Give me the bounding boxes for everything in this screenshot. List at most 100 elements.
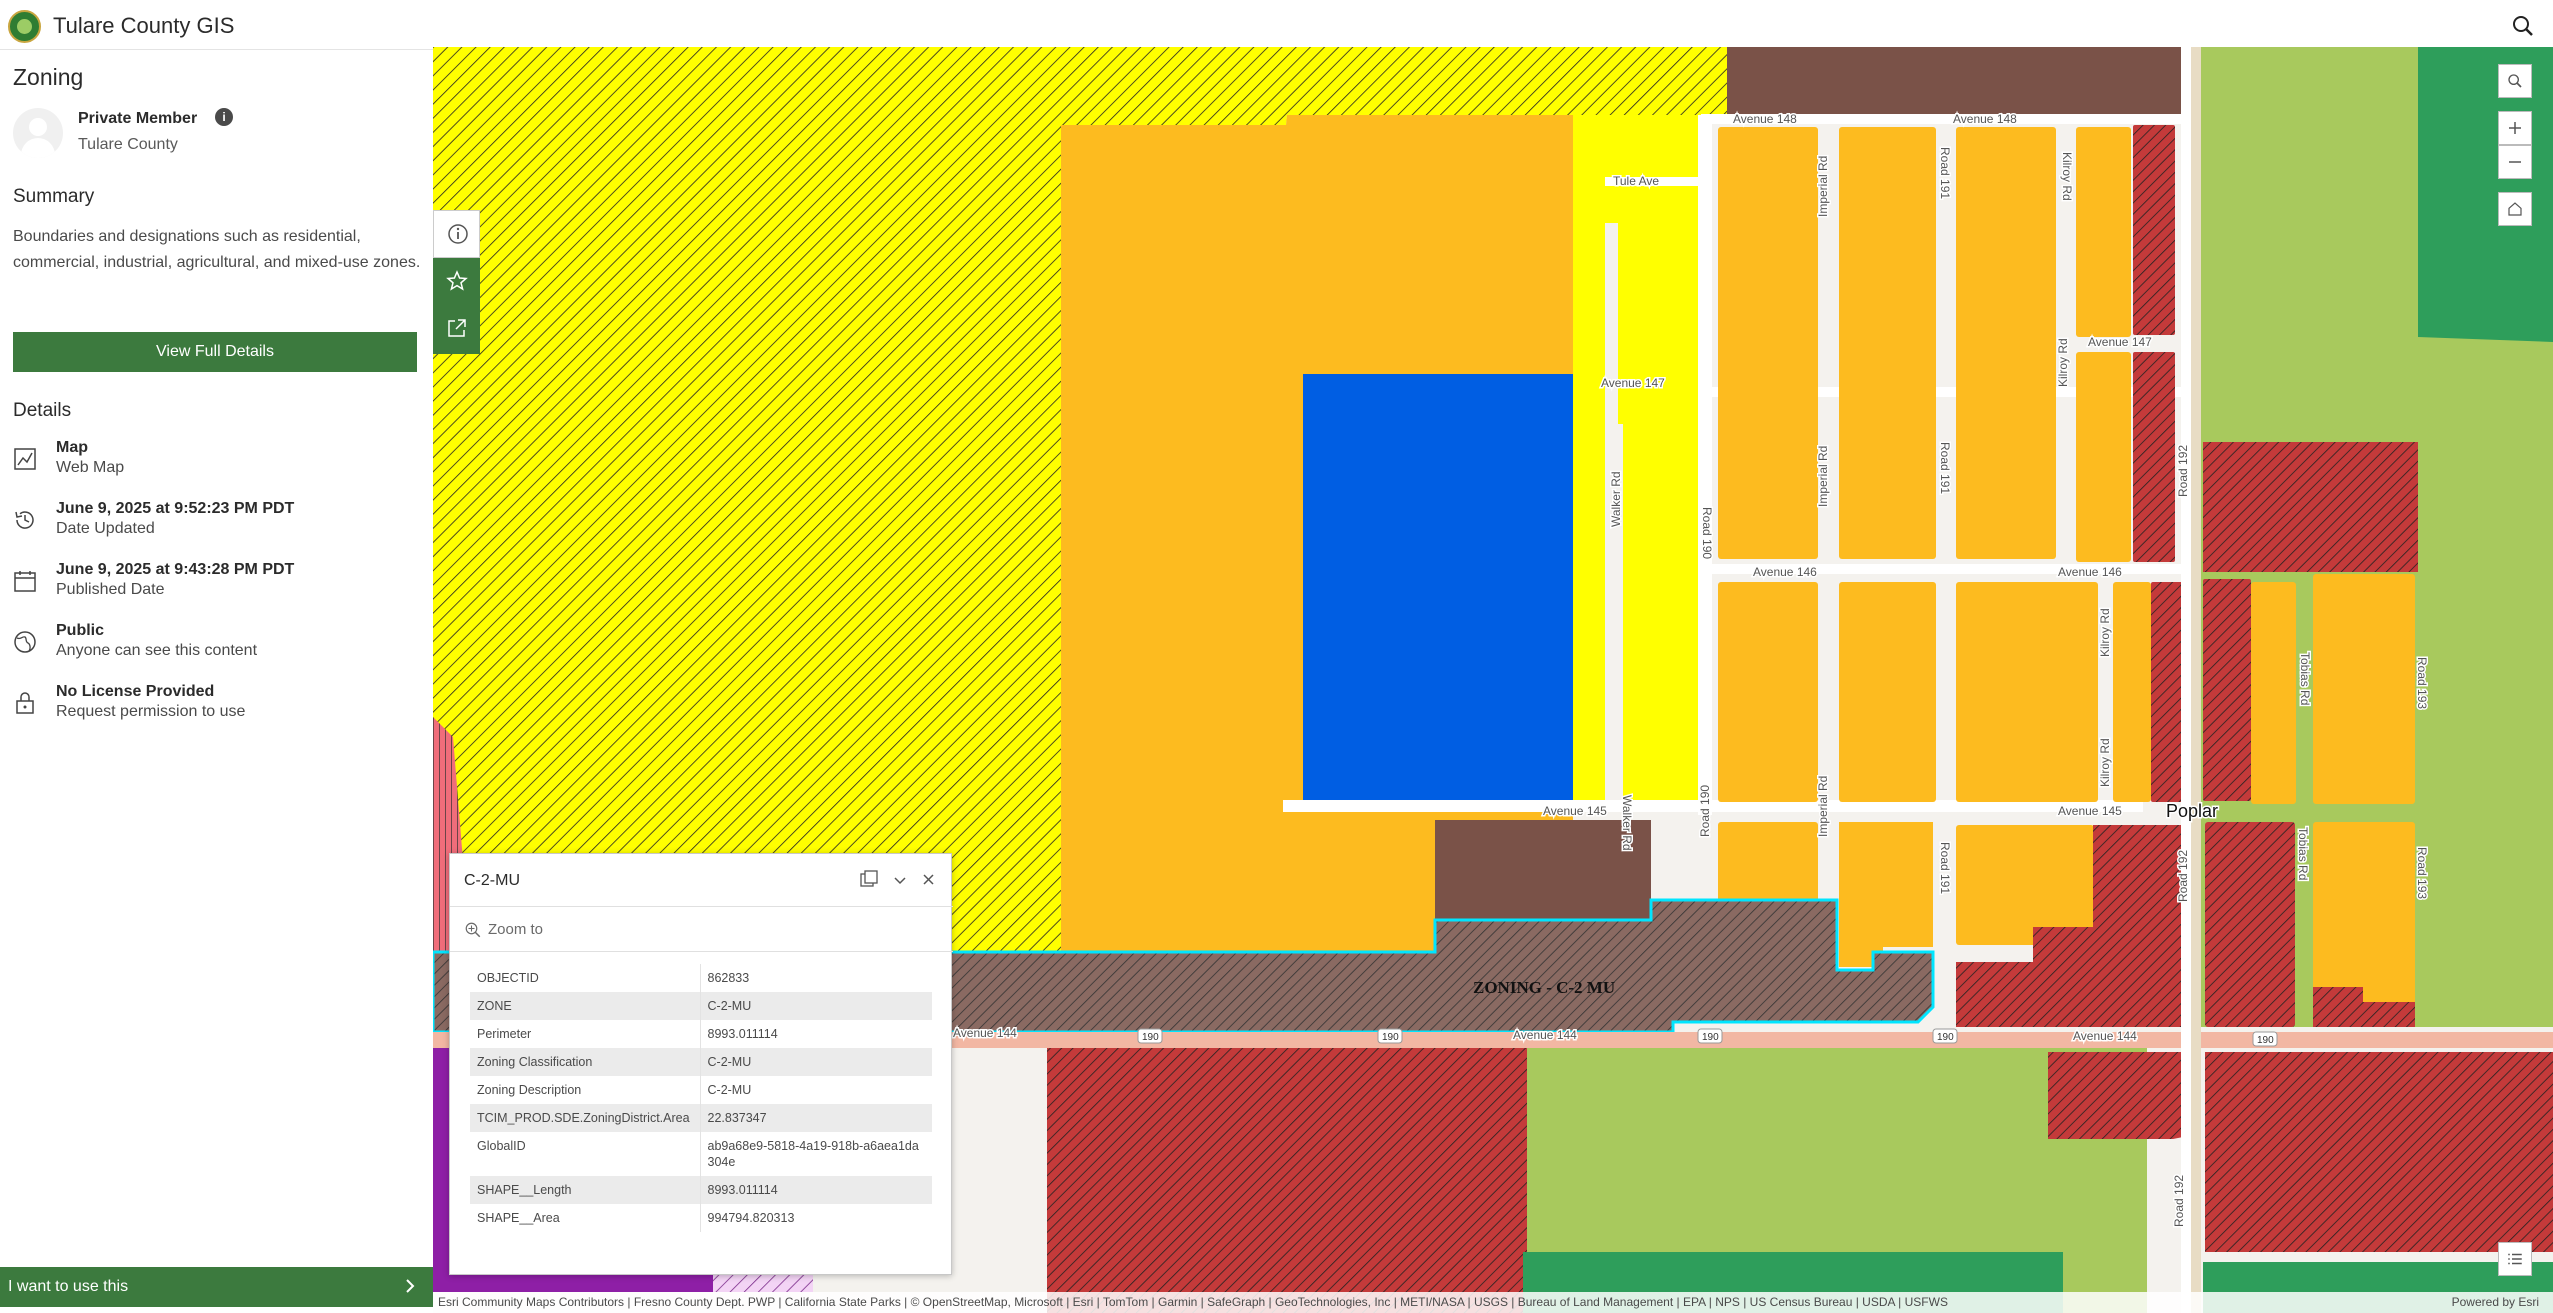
collapse-icon[interactable] (894, 877, 906, 885)
street-label: Walker Rd (1609, 471, 1623, 527)
dock-icon[interactable] (860, 870, 878, 887)
field-key: GlobalID (470, 1132, 701, 1176)
zone-red-hatched[interactable] (2203, 442, 2418, 572)
zone-block[interactable] (1839, 822, 1933, 967)
detail-title: June 9, 2025 at 9:52:23 PM PDT (56, 500, 295, 517)
zoom-to-action[interactable]: Zoom to (450, 906, 953, 952)
detail-updated: June 9, 2025 at 9:52:23 PM PDT Date Upda… (0, 500, 420, 558)
zone-red-hatched[interactable] (2203, 579, 2251, 801)
i-want-label: I want to use this (8, 1278, 129, 1295)
county-logo[interactable] (8, 10, 41, 43)
highway-shield: 190 (1137, 1028, 1163, 1044)
street-label: Road 193 (2415, 847, 2429, 899)
zone-block[interactable] (1718, 127, 1818, 559)
home-icon (2508, 202, 2522, 216)
popup-title: C-2-MU (464, 872, 520, 889)
history-icon (15, 511, 34, 529)
street-label: Imperial Rd (1816, 446, 1830, 507)
street-label: Avenue 145 (2058, 804, 2122, 818)
minus-icon (2509, 161, 2521, 163)
zone-red-hatched[interactable] (1047, 1048, 1527, 1313)
street-label: Avenue 147 (2088, 335, 2152, 349)
zone-block[interactable] (2076, 127, 2131, 337)
detail-sub: Request permission to use (56, 703, 246, 720)
zone-red-hatched[interactable] (2133, 125, 2175, 335)
info-tab[interactable] (433, 210, 480, 258)
zoom-in-button[interactable] (2498, 111, 2532, 145)
map-icon (14, 448, 36, 470)
street-label: Avenue 146 (1753, 565, 1817, 579)
zone-block[interactable] (2113, 582, 2151, 802)
street-label: Tobias Rd (2296, 827, 2310, 880)
field-key: OBJECTID (470, 964, 701, 992)
zone-red-hatched[interactable] (2133, 352, 2175, 562)
zone-dark-green[interactable] (2418, 47, 2553, 342)
calendar-icon (14, 571, 36, 592)
attribute-table: OBJECTID 862833 ZONE C-2-MU Perimeter 8993.… (470, 964, 932, 1232)
view-full-details-button[interactable]: View Full Details (13, 332, 417, 372)
street-label: Road 191 (1938, 842, 1952, 894)
zone-blue[interactable] (1303, 374, 1573, 804)
details-heading: Details (13, 400, 72, 421)
table-row: ZONE C-2-MU (470, 992, 932, 1020)
info-icon[interactable]: i (215, 108, 233, 126)
table-row: Zoning Classification C-2-MU (470, 1048, 932, 1076)
svg-text:190: 190 (1142, 1032, 1159, 1043)
search-icon[interactable] (2511, 14, 2535, 38)
detail-title: No License Provided (56, 683, 215, 700)
detail-title: June 9, 2025 at 9:43:28 PM PDT (56, 561, 295, 578)
street-label: Imperial Rd (1816, 776, 1830, 837)
svg-text:190: 190 (2257, 1035, 2274, 1046)
street-label: Road 191 (1938, 147, 1952, 199)
map-search-button[interactable] (2498, 64, 2532, 98)
field-value: 862833 (707, 971, 750, 985)
top-bar: Tulare County GIS (0, 0, 2553, 50)
street-label: Kilroy Rd (2056, 338, 2070, 387)
powered-by-esri[interactable]: Powered by Esri (2452, 1292, 2539, 1313)
zoom-out-button[interactable] (2498, 145, 2532, 179)
star-icon[interactable] (445, 269, 469, 293)
feature-popup: C-2-MU Zoom to OBJECTID 862833 ZONE C-2-MU… (449, 853, 953, 1275)
info-icon (448, 224, 468, 244)
zone-yellow-strip[interactable] (1573, 184, 1605, 804)
map-attribution: Esri Community Maps Contributors | Fresn… (433, 1292, 2553, 1313)
zone-brown[interactable] (1435, 820, 1651, 920)
zone-red-hatched[interactable] (2205, 822, 2295, 1027)
street-label: Avenue 144 (1513, 1028, 1577, 1042)
zone-yellow-strip[interactable] (1623, 394, 1698, 804)
detail-type: Map Web Map (0, 439, 420, 497)
summary-text: Boundaries and designations such as resi… (13, 228, 421, 271)
zoom-to-icon (465, 922, 481, 938)
highway-shield: 190 (2252, 1031, 2278, 1047)
i-want-to-use-this-button[interactable]: I want to use this (0, 1267, 433, 1307)
detail-sub: Published Date (56, 581, 165, 598)
zone-block[interactable] (1839, 127, 1936, 559)
zone-brown-top[interactable] (1727, 47, 2193, 115)
detail-sub: Date Updated (56, 520, 155, 537)
zone-block[interactable] (2251, 582, 2296, 804)
highway-shield: 190 (1932, 1028, 1958, 1044)
street-label: Road 192 (2176, 445, 2190, 497)
field-key: Zoning Classification (470, 1048, 701, 1076)
zone-red-hatched[interactable] (2048, 1052, 2183, 1139)
close-icon[interactable] (923, 874, 934, 885)
zone-block[interactable] (1956, 127, 2056, 559)
zone-block[interactable] (2313, 574, 2415, 804)
place-label: Poplar (2166, 801, 2218, 821)
field-value: C-2-MU (707, 1055, 752, 1069)
zone-block[interactable] (1718, 582, 1818, 802)
field-key: ZONE (470, 992, 701, 1020)
zone-block[interactable] (1956, 582, 2098, 802)
detail-published: June 9, 2025 at 9:43:28 PM PDT Published… (0, 561, 420, 619)
field-key: TCIM_PROD.SDE.ZoningDistrict.Area (470, 1104, 701, 1132)
table-row: Zoning Description C-2-MU (470, 1076, 932, 1104)
share-icon[interactable] (445, 316, 469, 340)
zone-block[interactable] (2076, 352, 2131, 562)
owner-name: Private Member (78, 110, 198, 127)
zone-block[interactable] (1839, 582, 1936, 802)
home-button[interactable] (2498, 192, 2532, 226)
legend-button[interactable] (2498, 1242, 2532, 1276)
zone-red-hatched[interactable] (2205, 1052, 2553, 1252)
field-value: ab9a68e9-5818-4a19-918b-a6aea1da304e (707, 1139, 919, 1169)
plus-icon (2509, 122, 2521, 134)
